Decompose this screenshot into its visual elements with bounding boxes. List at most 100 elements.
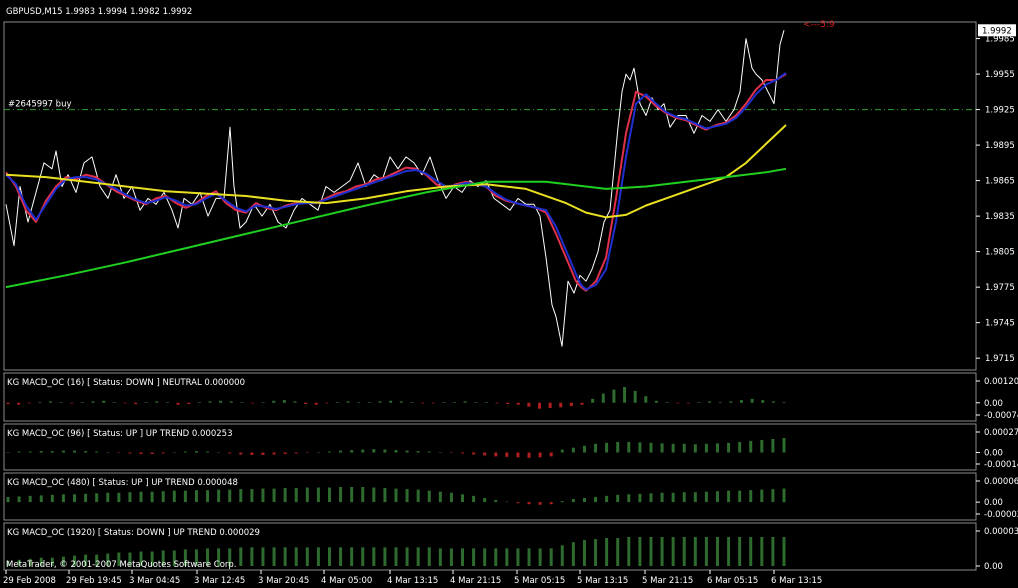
histogram-bar <box>461 494 465 503</box>
histogram-bar <box>294 488 298 503</box>
histogram-bar <box>305 547 309 566</box>
histogram-bar <box>761 400 765 403</box>
arrow-label: <---5:9 <box>803 20 835 30</box>
histogram-bar <box>106 452 110 453</box>
histogram-bar <box>389 400 393 403</box>
histogram-bar <box>660 537 664 566</box>
histogram-bar <box>272 547 276 566</box>
histogram-bar <box>394 488 398 503</box>
histogram-bar <box>239 452 243 455</box>
histogram-bar <box>378 401 382 403</box>
histogram-bar <box>294 547 298 566</box>
histogram-bar <box>172 452 176 453</box>
histogram-bar <box>442 402 446 403</box>
histogram-bar <box>394 547 398 566</box>
histogram-bar <box>627 494 631 503</box>
histogram-bar <box>782 438 786 453</box>
histogram-bar <box>449 548 453 566</box>
histogram-bar <box>38 402 42 403</box>
histogram-bar <box>505 501 509 503</box>
histogram-bar <box>594 443 598 453</box>
histogram-bar <box>399 401 403 403</box>
histogram-bar <box>117 452 121 454</box>
histogram-bar <box>350 450 354 453</box>
histogram-bar <box>516 548 520 566</box>
histogram-bar <box>527 402 531 407</box>
price-tick-label: 1.9835 <box>985 212 1015 222</box>
histogram-bar <box>84 451 88 453</box>
price-tick-label: 1.9715 <box>985 354 1015 364</box>
histogram-bar <box>394 450 398 453</box>
histogram-bar <box>73 494 77 503</box>
histogram-bar <box>738 537 742 566</box>
histogram-bar <box>704 491 708 503</box>
histogram-bar <box>80 402 84 403</box>
histogram-bar <box>327 487 331 503</box>
histogram-bar <box>217 452 221 453</box>
chart-header: GBPUSD,M15 1.9983 1.9994 1.9982 1.9992 <box>6 7 192 17</box>
histogram-bar <box>95 493 99 503</box>
histogram-bar <box>474 402 478 403</box>
histogram-bar <box>527 548 531 566</box>
histogram-bar <box>771 401 775 403</box>
histogram-bar <box>638 493 642 503</box>
time-tick-label: 5 Mar 21:15 <box>642 576 693 586</box>
histogram-bar <box>427 547 431 566</box>
histogram-bar <box>601 393 605 403</box>
histogram-bar <box>197 402 201 403</box>
indicator-tick-label: 0.00006 <box>984 477 1018 487</box>
histogram-bar <box>605 495 609 503</box>
histogram-bar <box>580 402 584 405</box>
histogram-bar <box>463 401 467 403</box>
histogram-bar <box>367 402 371 403</box>
histogram-bar <box>616 538 620 566</box>
histogram-bar <box>623 387 627 403</box>
histogram-bar <box>560 545 564 566</box>
price-tick-label: 1.9895 <box>985 141 1015 151</box>
histogram-bar <box>70 402 74 404</box>
histogram-bar <box>483 548 487 566</box>
histogram-bar <box>165 402 169 403</box>
histogram-bar <box>438 452 442 453</box>
histogram-bar <box>749 490 753 503</box>
histogram-bar <box>144 402 148 403</box>
histogram-bar <box>627 537 631 566</box>
histogram-bar <box>314 402 318 405</box>
histogram-bar <box>649 537 653 566</box>
indicator-title: KG MACD_OC (16) [ Status: DOWN ] NEUTRAL… <box>7 378 245 388</box>
histogram-bar <box>495 402 499 404</box>
histogram-bar <box>472 548 476 566</box>
histogram-bar <box>405 547 409 566</box>
histogram-bar <box>682 537 686 566</box>
histogram-bar <box>383 488 387 503</box>
time-tick-label: 3 Mar 20:45 <box>258 576 309 586</box>
histogram-bar <box>316 487 320 503</box>
histogram-bar <box>17 451 21 453</box>
histogram-bar <box>718 402 722 403</box>
histogram-bar <box>228 452 232 454</box>
price-tick-label: 1.9865 <box>985 177 1015 187</box>
histogram-bar <box>494 452 498 457</box>
histogram-bar <box>416 451 420 453</box>
histogram-bar <box>571 499 575 503</box>
histogram-bar <box>582 497 586 503</box>
histogram-bar <box>372 487 376 503</box>
histogram-bar <box>760 537 764 566</box>
histogram-bar <box>549 548 553 566</box>
histogram-bar <box>59 402 63 403</box>
time-tick-label: 29 Feb 19:45 <box>66 576 122 586</box>
histogram-bar <box>117 492 121 503</box>
histogram-bar <box>682 443 686 453</box>
histogram-bar <box>559 402 563 408</box>
histogram-bar <box>316 452 320 453</box>
histogram-bar <box>172 490 176 503</box>
histogram-bar <box>749 440 753 453</box>
histogram-bar <box>560 501 564 503</box>
histogram-bar <box>61 494 65 503</box>
histogram-bar <box>49 401 53 403</box>
histogram-bar <box>261 547 265 566</box>
histogram-bar <box>27 402 31 404</box>
histogram-bar <box>591 398 595 403</box>
histogram-bar <box>293 401 297 403</box>
time-tick-label: 29 Feb 2008 <box>3 576 56 586</box>
